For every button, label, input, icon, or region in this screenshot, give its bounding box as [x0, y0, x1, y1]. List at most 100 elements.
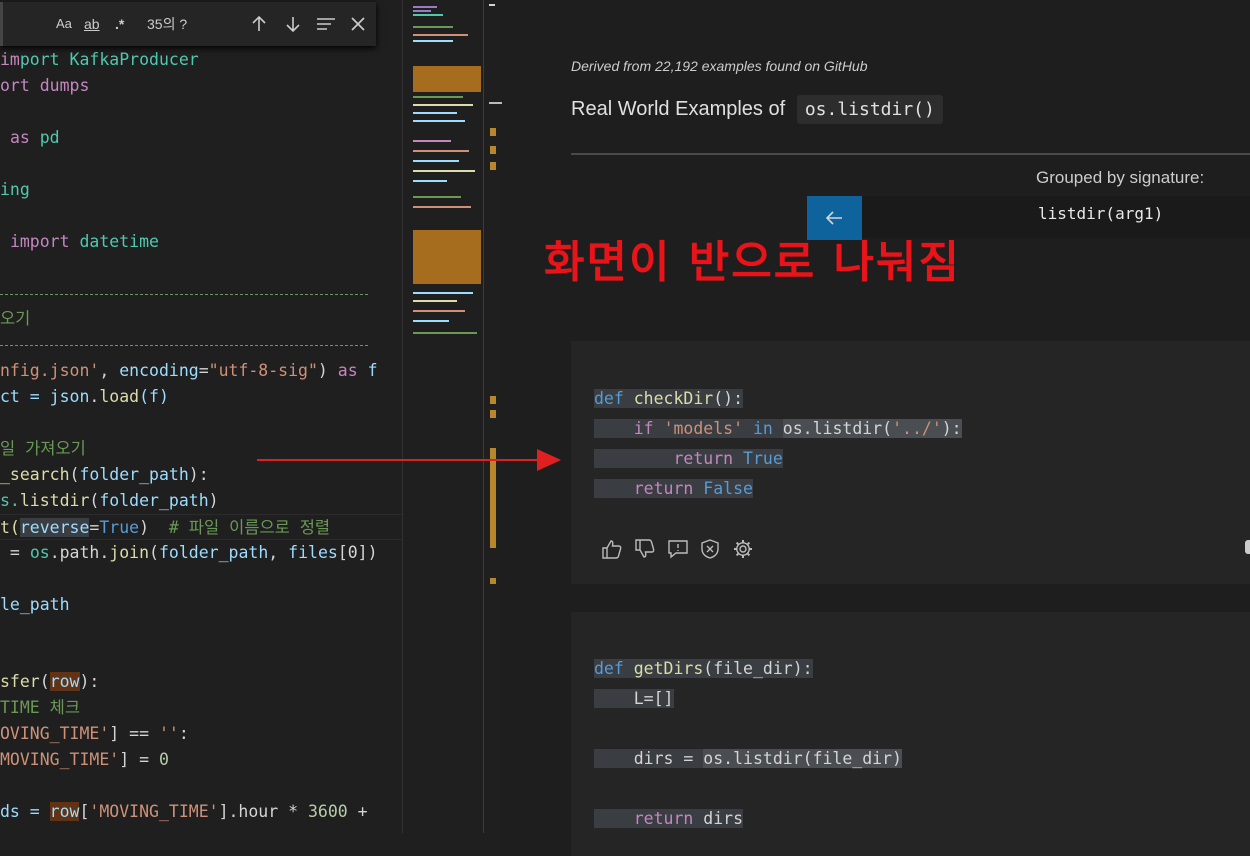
comment-icon[interactable]: [667, 539, 689, 559]
code-token: ds =: [0, 802, 50, 821]
code-token: im: [0, 50, 20, 69]
code-token: MOVING_TIME': [0, 750, 120, 769]
code-token: (: [39, 672, 50, 691]
code-token: # 파일 이름으로 정렬: [168, 518, 331, 537]
minimap[interactable]: [402, 0, 503, 856]
panel-title-text: Real World Examples of: [571, 98, 786, 120]
code-token: =: [89, 518, 100, 537]
code-token: True: [743, 449, 783, 468]
panel-title-code: os.listdir(): [796, 95, 943, 124]
code-token: json: [49, 387, 90, 406]
code-token: t(: [0, 518, 20, 537]
code-line: TIME 체크: [0, 698, 81, 717]
comment-divider: [0, 294, 368, 295]
code-line: = os.path.join(folder_path, files[0]): [0, 540, 378, 566]
code-token: os: [29, 543, 50, 562]
code-token: ct =: [0, 387, 50, 406]
code-line: def checkDir():: [594, 384, 744, 414]
code-line: as pd: [0, 125, 60, 151]
match-case-toggle[interactable]: Aa: [56, 2, 72, 46]
code-token: dirs: [693, 809, 744, 828]
code-token: port KafkaProducer: [19, 50, 199, 69]
annotation-arrow: [257, 449, 561, 471]
code-token: L=[]: [633, 689, 674, 708]
code-line: dirs = os.listdir(file_dir): [594, 744, 902, 774]
code-token: in: [752, 419, 773, 438]
code-token: folder_path: [158, 543, 269, 562]
code-token: [623, 389, 634, 408]
code-token: folder_path: [79, 465, 189, 484]
code-token: import: [9, 232, 70, 251]
code-line: return True: [594, 444, 783, 474]
find-widget: Aa ab .* 35의 ?: [0, 2, 376, 46]
code-editor[interactable]: import KafkaProducer ort dumps as pd ing…: [0, 0, 402, 856]
code-token: [: [79, 802, 90, 821]
code-token: [733, 449, 744, 468]
overview-ruler-mark: [490, 578, 496, 584]
signature-option[interactable]: listdir(arg1): [1038, 204, 1163, 223]
code-token: _search: [0, 465, 70, 484]
code-token: def: [594, 389, 624, 408]
code-token: files: [288, 543, 338, 562]
code-token: OVING_TIME': [0, 724, 110, 743]
code-token: +: [347, 802, 368, 821]
overview-ruler-mark: [490, 162, 496, 170]
code-token: ,: [268, 543, 289, 562]
overview-ruler-mark: [490, 146, 496, 154]
code-token: as: [337, 361, 358, 380]
scroll-indicator[interactable]: [1245, 540, 1250, 554]
code-token: if: [633, 419, 654, 438]
close-icon[interactable]: [351, 17, 365, 31]
code-token: ): [208, 491, 219, 510]
code-line: ort dumps: [0, 73, 89, 99]
find-resize-handle[interactable]: [0, 2, 3, 46]
code-line: 오기: [0, 309, 31, 328]
code-line-current: t(reverse=True) # 파일 이름으로 정렬: [0, 514, 402, 540]
code-token: "utf-8-sig": [208, 361, 318, 380]
code-line: ct = json.load(f): [0, 384, 169, 410]
list-filter-icon[interactable]: [316, 16, 336, 32]
code-token: row: [49, 802, 80, 821]
code-token: folder_path: [99, 491, 209, 510]
code-token: [743, 419, 753, 438]
whole-word-toggle[interactable]: ab: [84, 2, 100, 46]
code-line: def getDirs(file_dir):: [594, 654, 813, 684]
code-token: 0: [158, 750, 169, 769]
code-token: ,: [99, 361, 120, 380]
code-line: import datetime: [0, 229, 159, 255]
code-token: [772, 419, 783, 438]
code-line: return dirs: [594, 804, 744, 834]
code-token: s.: [0, 491, 20, 510]
scrollbar-track[interactable]: [483, 0, 484, 856]
code-token: '': [158, 724, 179, 743]
code-token: =: [0, 543, 30, 562]
code-token: datetime: [79, 232, 159, 251]
code-token: =: [198, 361, 209, 380]
regex-toggle[interactable]: .*: [115, 2, 124, 46]
code-token: os.listdir(file_dir): [703, 749, 902, 768]
code-line: nfig.json', encoding="utf-8-sig") as f: [0, 358, 378, 384]
code-token: [653, 419, 664, 438]
code-line: return False: [594, 474, 753, 504]
code-line: OVING_TIME'] == '':: [0, 721, 189, 747]
gear-icon[interactable]: [732, 538, 754, 560]
code-token: ):: [941, 419, 962, 438]
overview-ruler-mark: [490, 128, 496, 136]
derived-note: Derived from 22,192 examples found on Gi…: [571, 58, 868, 74]
code-token: return: [633, 809, 694, 828]
shield-x-icon[interactable]: [699, 538, 721, 560]
code-token: (: [69, 465, 80, 484]
code-token: 'MOVING_TIME': [89, 802, 219, 821]
code-token: .path.: [49, 543, 110, 562]
code-token: .: [89, 387, 100, 406]
arrow-down-icon[interactable]: [284, 15, 302, 33]
thumbs-down-icon[interactable]: [634, 539, 656, 559]
code-token: (f): [139, 387, 169, 406]
code-token: ): [317, 361, 338, 380]
arrow-up-icon[interactable]: [250, 15, 268, 33]
code-token: (: [149, 543, 159, 562]
code-token: :: [178, 724, 189, 743]
code-token: return: [673, 449, 734, 468]
thumbs-up-icon[interactable]: [601, 539, 623, 559]
code-line: s.listdir(folder_path): [0, 488, 219, 514]
